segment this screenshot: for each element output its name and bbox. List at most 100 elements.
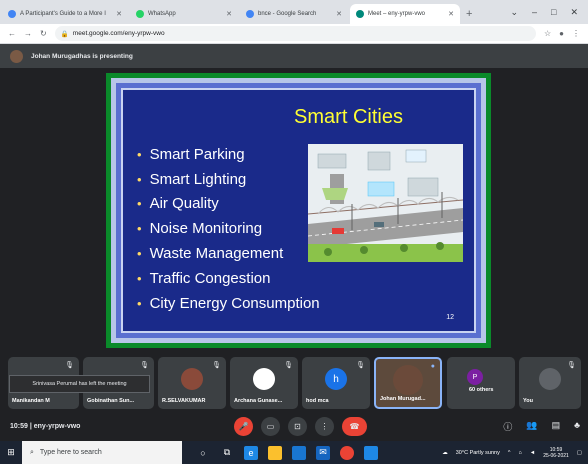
activities-icon[interactable]: ♣ bbox=[574, 420, 580, 433]
participant-tile[interactable]: 🎙 h hod mca bbox=[302, 357, 370, 409]
tab-title: bnce - Google Search bbox=[258, 11, 317, 17]
participant-avatar bbox=[539, 368, 561, 390]
windows-taskbar: ⊞ ⌕ Type here to search ○ ⧉ e ✉ ☁ 30°C P… bbox=[0, 441, 588, 464]
tab-search-icon[interactable]: ⌄ bbox=[510, 7, 518, 18]
smart-city-diagram-image bbox=[307, 144, 464, 262]
participant-name: Gobinathan Sun... bbox=[87, 398, 135, 404]
participant-avatar: P bbox=[467, 369, 483, 385]
file-explorer-icon[interactable] bbox=[268, 445, 282, 460]
mic-muted-icon: 🎙 bbox=[65, 362, 74, 369]
taskbar-search-box[interactable]: ⌕ Type here to search bbox=[22, 441, 182, 464]
participant-name: Manikandan M bbox=[12, 398, 50, 404]
mic-muted-icon: 🎙 bbox=[356, 362, 365, 369]
close-tab-icon[interactable]: ✕ bbox=[116, 10, 122, 18]
participant-name: You bbox=[523, 398, 533, 404]
close-tab-icon[interactable]: ✕ bbox=[336, 10, 342, 18]
participant-name: Archana Gunase... bbox=[234, 398, 283, 404]
slide-bullet-list: • Smart Parking • Smart Lighting • Air Qual… bbox=[137, 142, 320, 316]
bullet-dot-icon: • bbox=[137, 246, 142, 262]
back-icon[interactable]: ← bbox=[8, 29, 16, 38]
minimize-button[interactable]: – bbox=[532, 7, 537, 18]
browser-tab-active[interactable]: Meet – eny-yrpw-vwo ✕ bbox=[350, 4, 460, 24]
participant-avatar bbox=[253, 368, 275, 390]
bullet-dot-icon: • bbox=[137, 171, 142, 187]
close-window-button[interactable]: ✕ bbox=[570, 7, 578, 18]
photos-icon[interactable] bbox=[364, 445, 378, 460]
slide-page-number: 12 bbox=[446, 314, 454, 321]
slide-bullet: • Smart Parking bbox=[137, 145, 245, 163]
weather-icon: ☁ bbox=[442, 449, 448, 456]
store-icon[interactable] bbox=[292, 445, 306, 460]
slide-bullet: • Noise Monitoring bbox=[137, 220, 263, 238]
self-tile[interactable]: 🎙 You bbox=[519, 357, 581, 409]
close-tab-icon[interactable]: ✕ bbox=[226, 10, 232, 18]
browser-tab[interactable]: A Participant's Guide to a More I ✕ bbox=[2, 4, 128, 24]
meeting-details-icon[interactable]: ⓘ bbox=[503, 420, 512, 433]
bullet-dot-icon: • bbox=[137, 295, 142, 311]
bullet-dot-icon: • bbox=[137, 221, 142, 237]
people-icon[interactable]: 👥 bbox=[526, 420, 537, 433]
task-view-icon[interactable]: ⧉ bbox=[220, 446, 234, 460]
participant-tile[interactable]: 🎙 R.SELVAKUMAR bbox=[158, 357, 226, 409]
tab-title: A Participant's Guide to a More I bbox=[20, 11, 106, 17]
mic-muted-icon: 🎙 bbox=[212, 362, 221, 369]
participant-avatar bbox=[181, 368, 203, 390]
participant-avatar: h bbox=[325, 368, 347, 390]
tab-favicon-icon bbox=[246, 10, 254, 18]
presenting-text: Johan Murugadhas is presenting bbox=[31, 52, 133, 60]
notifications-icon[interactable]: ▢ bbox=[577, 450, 582, 456]
mic-muted-icon: 🎙 bbox=[140, 362, 149, 369]
participant-name: Johan Murugad... bbox=[380, 396, 426, 402]
maximize-button[interactable]: □ bbox=[551, 7, 556, 18]
chat-icon[interactable]: ▤ bbox=[552, 420, 561, 433]
bullet-dot-icon: • bbox=[137, 270, 142, 286]
menu-icon[interactable]: ⋮ bbox=[572, 29, 580, 38]
tray-chevron-icon[interactable]: ^ bbox=[508, 450, 511, 456]
participant-tile-presenter[interactable]: ● Johan Murugad... bbox=[374, 357, 442, 409]
participant-tile[interactable]: 🎙 Archana Gunase... bbox=[230, 357, 298, 409]
reload-icon[interactable]: ↻ bbox=[40, 29, 47, 38]
present-screen-button[interactable]: ⊡ bbox=[288, 417, 307, 436]
participant-name: R.SELVAKUMAR bbox=[162, 398, 206, 404]
mic-toggle-button[interactable]: 🎤 bbox=[234, 417, 253, 436]
close-tab-icon[interactable]: ✕ bbox=[448, 10, 454, 18]
profile-avatar-icon[interactable]: ● bbox=[559, 29, 564, 38]
tab-title: WhatsApp bbox=[148, 11, 176, 17]
address-bar: ← → ↻ 🔒 meet.google.com/eny-yrpw-vwo ☆ ●… bbox=[0, 24, 588, 44]
lock-icon: 🔒 bbox=[60, 30, 69, 38]
leave-call-button[interactable]: ☎ bbox=[342, 417, 367, 436]
participant-name: hod mca bbox=[306, 398, 329, 404]
url-field[interactable]: 🔒 meet.google.com/eny-yrpw-vwo bbox=[54, 26, 536, 41]
left-meeting-toast: Srinivasa Perumal has left the meeting bbox=[9, 375, 150, 393]
slide-border: Smart Cities • Smart Parking • Smart Light… bbox=[106, 73, 491, 348]
presentation-stage: Smart Cities • Smart Parking • Smart Light… bbox=[0, 68, 588, 354]
presenting-banner: Johan Murugadhas is presenting bbox=[0, 44, 588, 68]
others-tile[interactable]: P 60 others bbox=[447, 357, 515, 409]
new-tab-button[interactable]: + bbox=[460, 8, 478, 24]
slide-bullet: • Traffic Congestion bbox=[137, 269, 271, 287]
weather-text[interactable]: 30°C Partly sunny bbox=[456, 450, 500, 456]
forward-icon[interactable]: → bbox=[24, 29, 32, 38]
chrome-icon[interactable] bbox=[340, 445, 354, 460]
start-menu-icon[interactable]: ⊞ bbox=[0, 447, 22, 458]
browser-tab[interactable]: WhatsApp ✕ bbox=[130, 4, 238, 24]
mic-muted-icon: 🎙 bbox=[567, 362, 576, 369]
cortana-icon[interactable]: ○ bbox=[196, 446, 210, 460]
volume-icon[interactable]: ◄ bbox=[530, 450, 535, 456]
slide-bullet: • Waste Management bbox=[137, 245, 284, 263]
edge-icon[interactable]: e bbox=[244, 445, 258, 460]
network-icon[interactable]: ⌂ bbox=[518, 450, 521, 456]
mail-icon[interactable]: ✉ bbox=[316, 445, 330, 460]
browser-tab[interactable]: bnce - Google Search ✕ bbox=[240, 4, 348, 24]
slide-bullet: • City Energy Consumption bbox=[137, 294, 320, 312]
bullet-dot-icon: • bbox=[137, 146, 142, 162]
url-text: meet.google.com/eny-yrpw-vwo bbox=[72, 30, 165, 37]
taskbar-clock[interactable]: 10:59 25-06-2021 bbox=[543, 447, 569, 459]
slide-bullet: • Smart Lighting bbox=[137, 170, 247, 188]
camera-toggle-button[interactable]: ▭ bbox=[261, 417, 280, 436]
bookmark-star-icon[interactable]: ☆ bbox=[544, 29, 551, 38]
search-placeholder: Type here to search bbox=[39, 449, 102, 456]
tab-favicon-icon bbox=[356, 10, 364, 18]
slide-bullet: • Air Quality bbox=[137, 195, 219, 213]
more-options-button[interactable]: ⋮ bbox=[315, 417, 334, 436]
